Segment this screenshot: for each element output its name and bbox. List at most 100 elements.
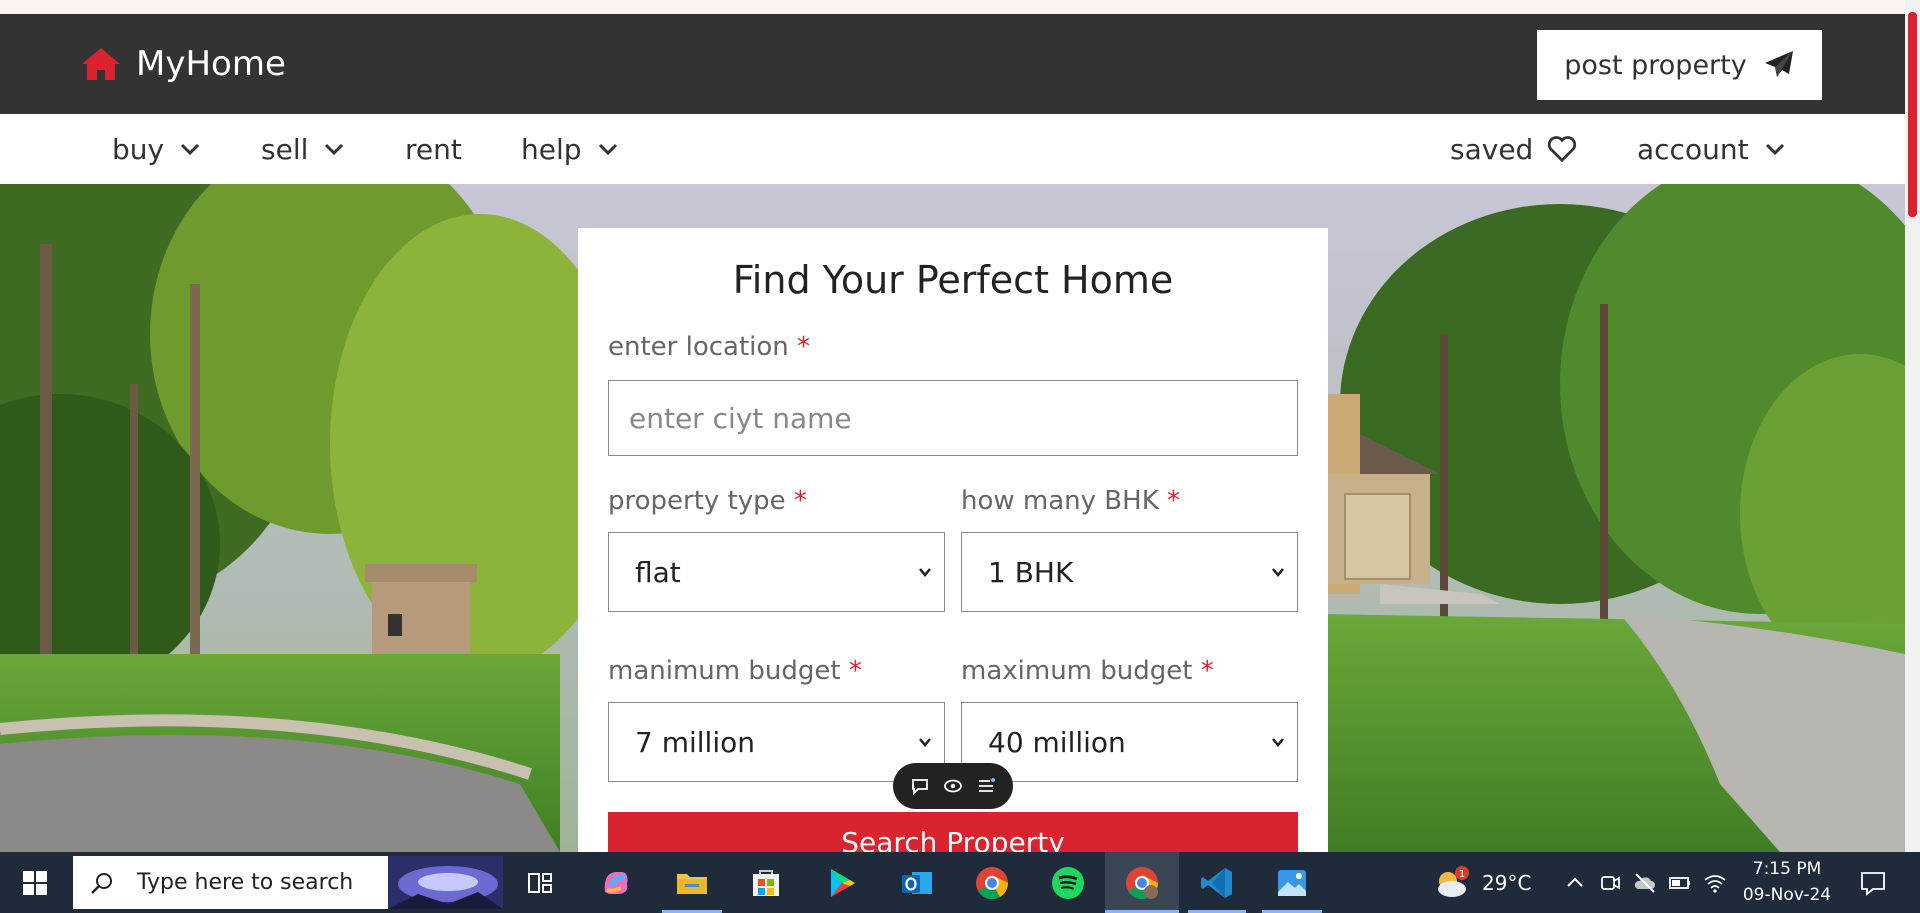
nav-help[interactable]: help [521, 114, 620, 184]
post-property-label: post property [1564, 49, 1747, 81]
windows-logo-icon [23, 870, 47, 895]
min-budget-value: 7 million [635, 725, 755, 759]
wifi-icon[interactable] [1702, 870, 1728, 896]
chrome-icon [976, 867, 1009, 900]
property-type-select[interactable]: flat [608, 532, 945, 612]
max-budget-label: maximum budget * [961, 656, 1214, 686]
max-budget-value: 40 million [988, 725, 1126, 759]
ms-store-button[interactable] [743, 860, 789, 906]
play-store-button[interactable] [818, 860, 864, 906]
floating-toolbar [893, 763, 1013, 809]
chrome-profile-icon [1126, 867, 1159, 900]
taskbar-search[interactable]: Type here to search [73, 856, 503, 909]
task-view-button[interactable] [517, 860, 563, 906]
file-explorer-button[interactable] [669, 860, 715, 906]
taskbar-search-placeholder: Type here to search [137, 870, 354, 895]
search-highlight-art [388, 856, 503, 909]
required-mark: * [1200, 656, 1214, 686]
nav-buy[interactable]: buy [112, 114, 202, 184]
eye-icon[interactable] [942, 775, 964, 797]
chevron-down-icon [325, 143, 344, 156]
windows-taskbar: Type here to search 1 29°C 7:15 PM 09-No… [0, 852, 1920, 913]
required-mark: * [848, 656, 862, 686]
chrome-profile-button[interactable] [1119, 860, 1165, 906]
post-property-button[interactable]: post property [1537, 30, 1822, 100]
min-budget-select[interactable]: 7 million [608, 702, 945, 782]
bhk-label: how many BHK * [961, 486, 1180, 516]
chevron-down-icon [181, 143, 200, 156]
page-scrollbar[interactable] [1905, 0, 1920, 852]
required-mark: * [793, 486, 807, 516]
spotify-icon [1052, 867, 1084, 899]
vscode-icon [1201, 868, 1232, 898]
max-budget-label-text: maximum budget [961, 656, 1193, 686]
page: MyHome post property buy sell rent help … [0, 0, 1920, 913]
chevron-down-icon [919, 568, 931, 577]
paper-plane-icon [1764, 51, 1793, 77]
photos-button[interactable] [1269, 860, 1315, 906]
comment-icon[interactable] [909, 775, 931, 797]
weather-widget[interactable]: 1 29°C [1432, 852, 1531, 913]
nav-saved[interactable]: saved [1450, 114, 1577, 184]
clock-time: 7:15 PM [1752, 859, 1822, 879]
bhk-select[interactable]: 1 BHK [961, 532, 1298, 612]
main-nav: buy sell rent help saved account [0, 114, 1905, 184]
logo[interactable]: MyHome [80, 44, 286, 84]
copilot-icon [604, 872, 628, 894]
property-type-label: property type * [608, 486, 807, 516]
nav-sell-label: sell [261, 132, 309, 166]
bhk-label-text: how many BHK [961, 486, 1159, 516]
site-header: MyHome post property [0, 14, 1905, 114]
task-view-icon [528, 873, 552, 893]
chevron-down-icon [1272, 568, 1284, 577]
start-button[interactable] [0, 852, 70, 913]
clock-date: 09-Nov-24 [1742, 885, 1832, 905]
search-icon [91, 872, 112, 894]
nav-saved-label: saved [1450, 132, 1534, 166]
location-input[interactable]: enter ciyt name [608, 380, 1298, 456]
folder-icon [677, 874, 707, 894]
battery-icon[interactable] [1667, 870, 1693, 896]
property-type-label-text: property type [608, 486, 786, 516]
min-budget-label: manimum budget * [608, 656, 862, 686]
weather-cloud-icon: 1 [1438, 865, 1469, 897]
chevron-down-icon [1765, 143, 1784, 156]
weather-badge: 1 [1459, 869, 1465, 880]
location-placeholder: enter ciyt name [629, 401, 852, 435]
outlook-button[interactable] [894, 860, 940, 906]
nav-buy-label: buy [112, 132, 165, 166]
photos-icon [1278, 870, 1306, 896]
min-budget-label-text: manimum budget [608, 656, 841, 686]
logo-text: MyHome [136, 44, 286, 84]
spotify-button[interactable] [1045, 860, 1091, 906]
nav-sell[interactable]: sell [261, 114, 346, 184]
top-strip [0, 0, 1905, 14]
chevron-up-icon[interactable] [1562, 870, 1588, 896]
outlook-icon [902, 872, 932, 894]
weather-temp: 29°C [1482, 870, 1532, 895]
nav-account-label: account [1637, 132, 1749, 166]
list-icon[interactable] [975, 775, 997, 797]
chevron-down-icon [919, 738, 931, 747]
nav-account[interactable]: account [1637, 114, 1787, 184]
meet-now-icon[interactable] [1597, 870, 1623, 896]
nav-rent-label: rent [405, 132, 462, 166]
heart-icon [1548, 136, 1577, 163]
cloud-off-icon[interactable] [1632, 870, 1658, 896]
chevron-down-icon [1272, 738, 1284, 747]
max-budget-select[interactable]: 40 million [961, 702, 1298, 782]
home-icon [82, 48, 120, 80]
notification-icon[interactable] [1858, 868, 1888, 898]
system-clock[interactable]: 7:15 PM 09-Nov-24 [1738, 856, 1836, 908]
required-mark: * [1167, 486, 1181, 516]
location-label-text: enter location [608, 332, 789, 362]
nav-rent[interactable]: rent [405, 114, 462, 184]
copilot-button[interactable] [593, 860, 639, 906]
location-label: enter location * [608, 332, 810, 362]
scrollbar-thumb[interactable] [1908, 12, 1917, 217]
store-icon [753, 870, 779, 896]
vscode-button[interactable] [1194, 860, 1240, 906]
property-type-value: flat [635, 555, 681, 589]
bhk-value: 1 BHK [988, 555, 1074, 589]
chrome-button[interactable] [969, 860, 1015, 906]
